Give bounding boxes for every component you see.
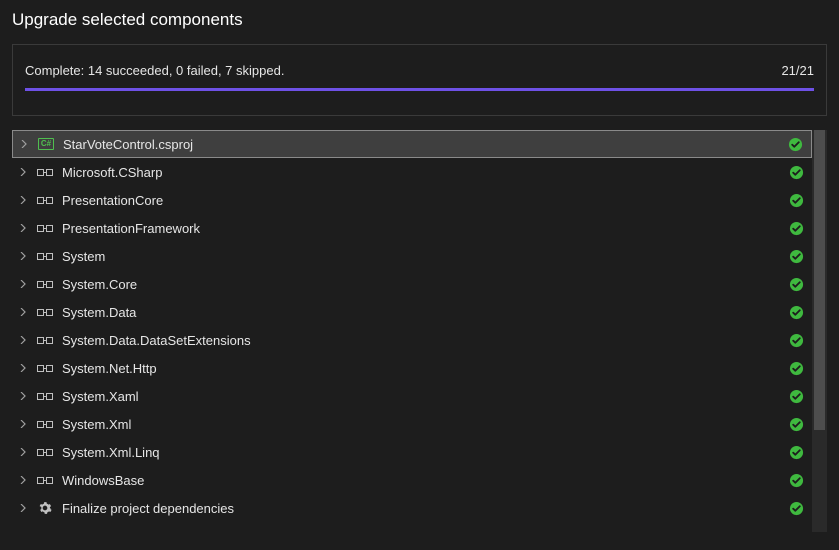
list-item[interactable]: PresentationCore bbox=[12, 186, 812, 214]
chevron-right-icon[interactable] bbox=[18, 251, 28, 261]
success-icon bbox=[788, 276, 804, 292]
reference-icon bbox=[36, 360, 54, 376]
status-count: 21/21 bbox=[781, 63, 814, 78]
status-text: Complete: 14 succeeded, 0 failed, 7 skip… bbox=[25, 63, 284, 78]
list-item-label: System.Net.Http bbox=[62, 361, 788, 376]
chevron-right-icon[interactable] bbox=[18, 363, 28, 373]
list-item-label: Microsoft.CSharp bbox=[62, 165, 788, 180]
list-item[interactable]: WindowsBase bbox=[12, 466, 812, 494]
list-item-label: System.Data bbox=[62, 305, 788, 320]
success-icon bbox=[788, 360, 804, 376]
success-icon bbox=[788, 248, 804, 264]
chevron-right-icon[interactable] bbox=[19, 139, 29, 149]
success-icon bbox=[787, 136, 803, 152]
list-item[interactable]: Microsoft.CSharp bbox=[12, 158, 812, 186]
list-item[interactable]: System.Core bbox=[12, 270, 812, 298]
reference-icon bbox=[36, 192, 54, 208]
list-item[interactable]: System bbox=[12, 242, 812, 270]
list-item[interactable]: System.Xaml bbox=[12, 382, 812, 410]
chevron-right-icon[interactable] bbox=[18, 503, 28, 513]
success-icon bbox=[788, 164, 804, 180]
chevron-right-icon[interactable] bbox=[18, 391, 28, 401]
success-icon bbox=[788, 416, 804, 432]
component-list: C# StarVoteControl.csproj Microsoft.CSharp… bbox=[12, 130, 812, 532]
reference-icon bbox=[36, 388, 54, 404]
chevron-right-icon[interactable] bbox=[18, 447, 28, 457]
reference-icon bbox=[36, 248, 54, 264]
list-item[interactable]: System.Data bbox=[12, 298, 812, 326]
reference-icon bbox=[36, 164, 54, 180]
reference-icon bbox=[36, 304, 54, 320]
chevron-right-icon[interactable] bbox=[18, 335, 28, 345]
success-icon bbox=[788, 220, 804, 236]
list-item[interactable]: System.Xml.Linq bbox=[12, 438, 812, 466]
csproj-icon: C# bbox=[37, 136, 55, 152]
reference-icon bbox=[36, 472, 54, 488]
list-item[interactable]: System.Net.Http bbox=[12, 354, 812, 382]
list-item-label: System bbox=[62, 249, 788, 264]
chevron-right-icon[interactable] bbox=[18, 307, 28, 317]
list-item[interactable]: PresentationFramework bbox=[12, 214, 812, 242]
success-icon bbox=[788, 332, 804, 348]
list-item-label: PresentationCore bbox=[62, 193, 788, 208]
list-item-label: System.Xaml bbox=[62, 389, 788, 404]
success-icon bbox=[788, 500, 804, 516]
success-icon bbox=[788, 192, 804, 208]
reference-icon bbox=[36, 416, 54, 432]
list-item[interactable]: C# StarVoteControl.csproj bbox=[12, 130, 812, 158]
list-item-label: System.Core bbox=[62, 277, 788, 292]
list-item-label: Finalize project dependencies bbox=[62, 501, 788, 516]
list-item-label: System.Xml.Linq bbox=[62, 445, 788, 460]
progress-bar bbox=[25, 88, 814, 91]
reference-icon bbox=[36, 332, 54, 348]
reference-icon bbox=[36, 220, 54, 236]
success-icon bbox=[788, 304, 804, 320]
chevron-right-icon[interactable] bbox=[18, 279, 28, 289]
reference-icon bbox=[36, 444, 54, 460]
list-item-label: PresentationFramework bbox=[62, 221, 788, 236]
chevron-right-icon[interactable] bbox=[18, 475, 28, 485]
page-title: Upgrade selected components bbox=[12, 10, 827, 30]
list-item-label: WindowsBase bbox=[62, 473, 788, 488]
scrollbar[interactable] bbox=[812, 130, 827, 532]
gear-icon bbox=[36, 500, 54, 516]
status-panel: Complete: 14 succeeded, 0 failed, 7 skip… bbox=[12, 44, 827, 116]
list-item-label: System.Data.DataSetExtensions bbox=[62, 333, 788, 348]
chevron-right-icon[interactable] bbox=[18, 167, 28, 177]
chevron-right-icon[interactable] bbox=[18, 195, 28, 205]
scrollbar-thumb[interactable] bbox=[814, 130, 825, 430]
chevron-right-icon[interactable] bbox=[18, 223, 28, 233]
list-item-label: StarVoteControl.csproj bbox=[63, 137, 787, 152]
csproj-badge: C# bbox=[38, 138, 54, 150]
list-item[interactable]: System.Data.DataSetExtensions bbox=[12, 326, 812, 354]
success-icon bbox=[788, 472, 804, 488]
success-icon bbox=[788, 388, 804, 404]
reference-icon bbox=[36, 276, 54, 292]
list-item[interactable]: System.Xml bbox=[12, 410, 812, 438]
list-item-label: System.Xml bbox=[62, 417, 788, 432]
list-item[interactable]: Finalize project dependencies bbox=[12, 494, 812, 522]
chevron-right-icon[interactable] bbox=[18, 419, 28, 429]
success-icon bbox=[788, 444, 804, 460]
